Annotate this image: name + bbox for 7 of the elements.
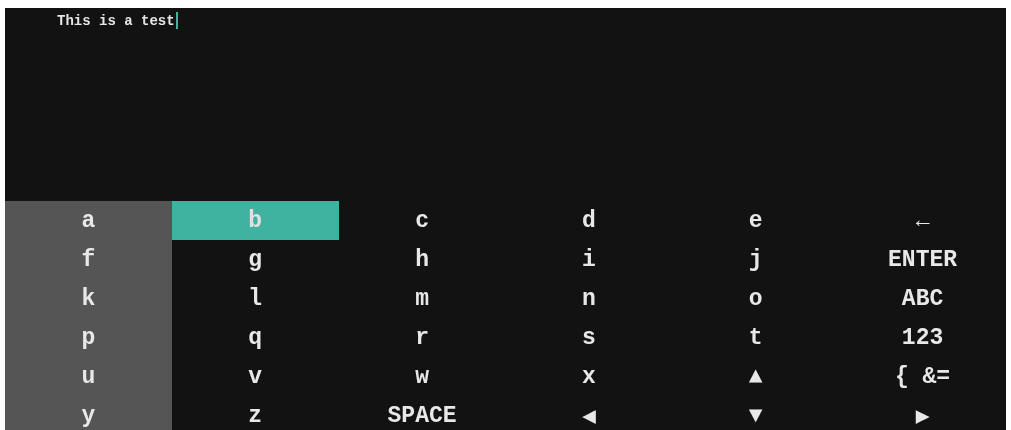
keyboard-key[interactable]: a — [5, 201, 172, 240]
keyboard-key[interactable]: f — [5, 240, 172, 279]
input-text: This is a test — [57, 12, 175, 30]
keyboard-key[interactable]: y — [5, 396, 172, 430]
keyboard-key[interactable]: p — [5, 318, 172, 357]
keyboard-key[interactable]: k — [5, 279, 172, 318]
keyboard-key[interactable]: u — [5, 357, 172, 396]
